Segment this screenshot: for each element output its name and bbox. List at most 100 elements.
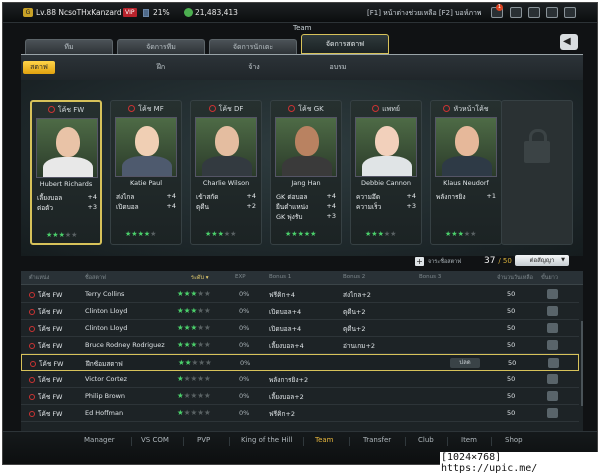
table-row[interactable]: โค้ช FW Clinton Lloyd ★★★★★ 0% เปิดบอล+4 ตุดื…: [21, 303, 579, 320]
staff-count: 37 / 50: [484, 256, 512, 266]
subtab-hire[interactable]: จ้าง: [239, 61, 269, 74]
star-icon: ★: [177, 408, 184, 417]
staff-card[interactable]: โค้ช DF Charlie Wilson เข้าสกัด +4 ตุดืน +2 ★★…: [190, 100, 262, 245]
col-days-left[interactable]: จำนวนวันเหลือ: [497, 274, 533, 282]
nav-vs-com[interactable]: VS COM: [141, 436, 169, 444]
table-row[interactable]: โค้ช FW Clinton Lloyd ★★★★★ 0% เปิดบอล+4 ตุดื…: [21, 320, 579, 337]
table-row[interactable]: โค้ช FW Victor Cortez ★★★★★ 0% พลังการยิง+2 5…: [21, 371, 579, 388]
staff-card[interactable]: แพทย์ Debbie Cannon ความอึด +4 ความเร็ว +3 ★★★…: [350, 100, 422, 245]
extend-checkbox[interactable]: [547, 391, 558, 401]
col-level[interactable]: ระดับ ▾: [191, 274, 209, 282]
fire-button[interactable]: ปลด: [450, 358, 480, 368]
col-bonus2[interactable]: Bonus 2: [343, 274, 365, 280]
staff-role-label: โค้ช MF: [138, 105, 164, 113]
row-bonus1: เลี้ยงบอล+4: [269, 342, 304, 350]
sub-tab-bar: สตาฟ ฝึก จ้าง อบรม: [21, 54, 583, 80]
subtab-staff[interactable]: สตาฟ: [23, 61, 55, 74]
row-bonus1: ฟรีคิก+2: [269, 410, 295, 418]
row-position: โค้ช FW: [29, 409, 62, 419]
table-row[interactable]: โค้ช FW Terry Collins ★★★★★ 0% ฟรีคิก+4 ส่งไก…: [21, 286, 579, 303]
staff-photo: [36, 118, 98, 178]
col-exp[interactable]: EXP: [235, 274, 246, 280]
staff-card[interactable]: หัวหน้าโค้ช Klaus Neudorf พลังการยิง +1 ★★★★…: [430, 100, 502, 245]
row-days-left: 50: [507, 375, 516, 383]
settings-icon[interactable]: [546, 7, 558, 18]
extend-checkbox[interactable]: [547, 374, 558, 384]
coin-icon: [184, 8, 193, 17]
staff-role: โค้ช DF: [191, 104, 261, 115]
table-row[interactable]: โค้ช FW Philip Brown ★★★★★ 0% เลี้ยงบอล+2 50: [21, 388, 579, 405]
row-position-label: โค้ช FW: [38, 342, 63, 350]
exit-icon[interactable]: [564, 7, 576, 18]
table-row[interactable]: โค้ช FW Bruce Rodney Rodriguez ★★★★★ 0% เลี้…: [21, 337, 579, 354]
add-staff-button[interactable]: +: [415, 257, 424, 266]
row-days-left: 50: [507, 307, 516, 315]
extend-checkbox[interactable]: [547, 408, 558, 418]
level-text: Lv.88: [36, 8, 56, 17]
star-icon: ★: [177, 323, 184, 332]
role-icon: [29, 377, 35, 383]
table-row[interactable]: โค้ช FW ฝึกซ้อมสตาฟ ★★★★★ 0% ปลด 50: [21, 354, 579, 371]
staff-role: โค้ช GK: [271, 104, 341, 115]
table-scrollbar[interactable]: [581, 321, 583, 406]
staff-role-label: แพทย์: [382, 105, 400, 113]
staff-name: Charlie Wilson: [202, 179, 250, 187]
star-icon: ★: [177, 374, 184, 383]
attribute-name: GK ต่อบอล: [276, 193, 308, 201]
extend-checkbox[interactable]: [548, 358, 559, 368]
role-icon: [29, 292, 35, 298]
row-position: โค้ช FW: [29, 290, 62, 300]
tab-team[interactable]: ทีม: [25, 39, 113, 54]
attribute-value: +4: [87, 193, 97, 201]
nav-item[interactable]: Item: [461, 436, 477, 444]
coin-amount: 21,483,413: [195, 8, 238, 17]
staff-name: Katie Paul: [129, 179, 163, 187]
nav-team[interactable]: Team: [315, 436, 334, 444]
tab-manage-team[interactable]: จัดการทีม: [117, 39, 205, 54]
row-bonus1: ฟรีคิก+4: [269, 291, 295, 299]
subtab-educate[interactable]: อบรม: [323, 61, 353, 74]
extend-checkbox[interactable]: [547, 306, 558, 316]
col-bonus1[interactable]: Bonus 1: [269, 274, 291, 280]
staff-role: โค้ช MF: [111, 104, 181, 115]
row-position: โค้ช FW: [30, 359, 63, 369]
subtab-train[interactable]: ฝึก: [146, 61, 176, 74]
star-icon: ★: [310, 230, 317, 238]
renew-contract-button[interactable]: ต่อสัญญา ▼: [515, 255, 569, 266]
staff-name: Klaus Neudorf: [443, 179, 489, 187]
staff-stars: ★★★★★: [125, 230, 156, 238]
locked-staff-slot[interactable]: [501, 100, 573, 245]
row-name: Terry Collins: [85, 290, 125, 298]
grid-icon[interactable]: [528, 7, 540, 18]
col-extend[interactable]: ขั้นยาว: [541, 274, 558, 282]
nav-king-of-the-hill[interactable]: King of the Hill: [241, 436, 292, 444]
table-row[interactable]: โค้ช FW Ed Hoffman ★★★★★ 0% ฟรีคิก+2 50: [21, 405, 579, 422]
row-name: ฝึกซ้อมสตาฟ: [86, 360, 123, 368]
staff-role-label: โค้ช DF: [218, 105, 244, 113]
tab-manage-players[interactable]: จัดการนักเตะ: [209, 39, 297, 54]
staff-card[interactable]: โค้ช FW Hubert Richards เลี้ยงบอล +4 ต่อตัว +…: [30, 100, 102, 245]
staff-name: Hubert Richards: [39, 180, 93, 188]
attribute-value: +1: [486, 192, 496, 200]
extend-checkbox[interactable]: [547, 289, 558, 299]
nav-club[interactable]: Club: [418, 436, 434, 444]
extend-checkbox[interactable]: [547, 340, 558, 350]
row-stars: ★★★★★: [177, 374, 211, 383]
back-button[interactable]: ◀: [560, 34, 578, 50]
calendar-icon[interactable]: [510, 7, 522, 18]
nav-transfer[interactable]: Transfer: [363, 436, 391, 444]
staff-attribute: ต่อตัว +3: [37, 203, 97, 213]
col-bonus3[interactable]: Bonus 3: [419, 274, 441, 280]
row-name: Victor Cortez: [85, 375, 128, 383]
tab-manage-staff[interactable]: จัดการสตาฟ: [301, 34, 389, 54]
nav-shop[interactable]: Shop: [505, 436, 523, 444]
extend-checkbox[interactable]: [547, 323, 558, 333]
staff-card[interactable]: โค้ช MF Katie Paul ส่งไกล +4 เปิดบอล +4 ★★★★★: [110, 100, 182, 245]
staff-role-label: โค้ช FW: [57, 106, 85, 114]
row-position: โค้ช FW: [29, 307, 62, 317]
col-name[interactable]: ชื่อสตาฟ: [85, 274, 106, 282]
col-position[interactable]: ตำแหน่ง: [29, 274, 49, 282]
staff-card[interactable]: โค้ช GK Jang Han GK ต่อบอล +4 ยืนตำแหน่ง +4 GK…: [270, 100, 342, 245]
nav-manager[interactable]: Manager: [84, 436, 115, 444]
nav-pvp[interactable]: PVP: [197, 436, 210, 444]
